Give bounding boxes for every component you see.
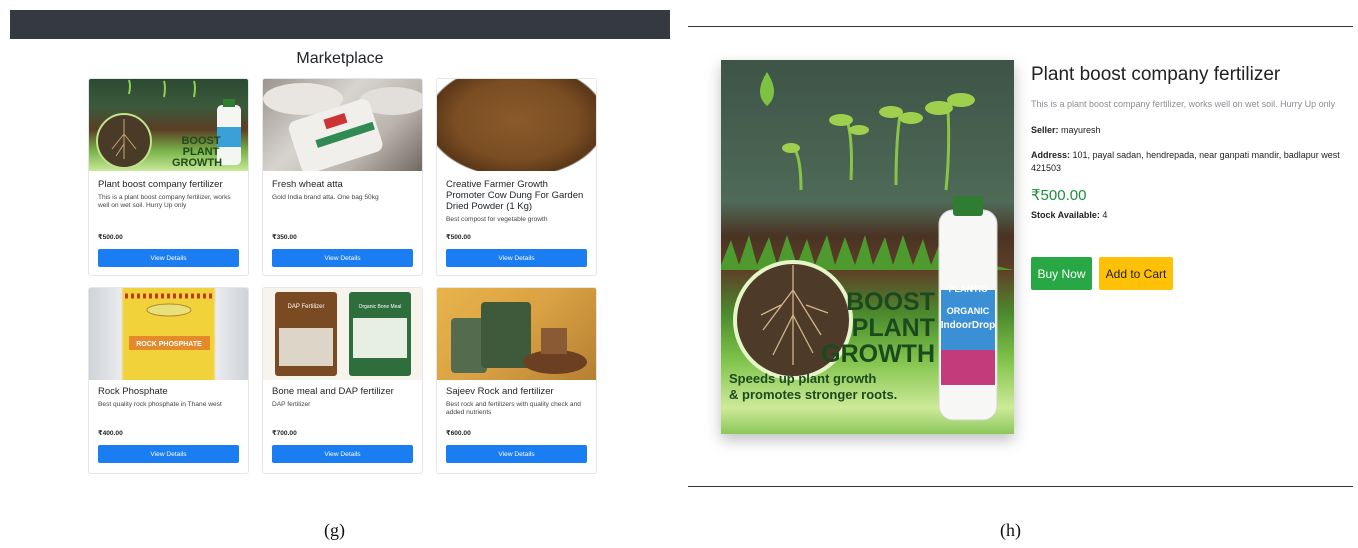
product-price: ₹500.00 [98, 234, 123, 241]
product-title: Plant boost company fertilizer [1031, 64, 1281, 85]
product-info: Plant boost company fertilizer This is a… [1031, 62, 1351, 290]
seller-row: Seller: mayuresh [1031, 124, 1351, 137]
product-description: Gold India brand atta. One bag 50kg [272, 194, 379, 201]
view-details-button[interactable]: View Details [272, 445, 413, 463]
bottom-divider [688, 486, 1353, 487]
product-image: BOOST PLANT GROWTH [89, 79, 248, 171]
caption-g: (g) [324, 520, 345, 540]
svg-text:& promotes stronger roots.: & promotes stronger roots. [729, 387, 897, 402]
product-card: DAP Fertilizer Organic Bone Meal Bone me… [262, 287, 423, 474]
product-price: ₹700.00 [272, 430, 297, 437]
page-title: Marketplace [296, 50, 384, 67]
product-title: Plant boost company fertilizer [98, 179, 223, 190]
product-title: Creative Farmer Growth Promoter Cow Dung… [446, 179, 584, 212]
product-price: ₹600.00 [446, 430, 471, 437]
product-description: Best compost for vegetable growth [446, 216, 548, 223]
view-details-button[interactable]: View Details [98, 249, 239, 267]
svg-text:IndoorDrop: IndoorDrop [941, 320, 995, 331]
top-divider [688, 26, 1353, 27]
product-description: Best quality rock phosphate in Thane wes… [98, 401, 222, 408]
product-card: Fresh wheat atta Gold India brand atta. … [262, 78, 423, 276]
address-row: Address: 101, payal sadan, hendrepada, n… [1031, 149, 1351, 175]
product-card: ROCK PHOSPHATE Rock Phosphate Best quali… [88, 287, 249, 474]
svg-text:PLANT: PLANT [852, 314, 935, 342]
product-image [437, 79, 596, 171]
product-card: BOOST PLANT GROWTH Plant boost company f… [88, 78, 249, 276]
stock-value: 4 [1102, 210, 1108, 220]
product-card: Creative Farmer Growth Promoter Cow Dung… [436, 78, 597, 276]
plant-boost-illustration: PLANTIC ORGANIC IndoorDrop BOOST PLANT G… [721, 72, 1014, 421]
svg-text:Speeds up plant growth: Speeds up plant growth [729, 371, 876, 386]
product-detail-panel: PLANTIC ORGANIC IndoorDrop BOOST PLANT G… [688, 0, 1358, 548]
product-title: Sajeev Rock and fertilizer [446, 386, 554, 397]
address-value: 101, payal sadan, hendrepada, near ganpa… [1031, 150, 1340, 173]
product-description: Best rock and fertilizers with quality c… [446, 401, 581, 416]
svg-text:ORGANIC: ORGANIC [947, 306, 990, 316]
product-description: DAP fertilizer [272, 401, 311, 408]
add-to-cart-button[interactable]: Add to Cart [1099, 257, 1173, 290]
product-price: ₹350.00 [272, 234, 297, 241]
fertilizer-pouches-illustration: DAP Fertilizer Organic Bone Meal [275, 292, 411, 376]
seller-label: Seller: [1031, 125, 1059, 135]
caption-h: (h) [1000, 520, 1021, 540]
svg-text:PLANTIC: PLANTIC [949, 284, 988, 294]
product-title: Bone meal and DAP fertilizer [272, 386, 394, 397]
address-label: Address: [1031, 150, 1071, 160]
svg-text:DAP Fertilizer: DAP Fertilizer [288, 304, 325, 310]
product-title: Fresh wheat atta [272, 179, 343, 190]
svg-text:GROWTH: GROWTH [821, 340, 935, 368]
buy-now-button[interactable]: Buy Now [1031, 257, 1092, 290]
product-description: This is a plant boost company fertilizer… [1031, 99, 1336, 109]
navbar [10, 10, 670, 39]
product-description: This is a plant boost company fertilizer… [98, 194, 231, 209]
view-details-button[interactable]: View Details [98, 445, 239, 463]
product-price: ₹400.00 [98, 430, 123, 437]
stock-row: Stock Available: 4 [1031, 209, 1351, 222]
product-title: Rock Phosphate [98, 386, 168, 397]
product-image [263, 79, 422, 171]
flour-sacks-illustration [263, 83, 422, 171]
product-image: ROCK PHOSPHATE [89, 288, 248, 380]
product-card: Sajeev Rock and fertilizer Best rock and… [436, 287, 597, 474]
view-details-button[interactable]: View Details [446, 445, 587, 463]
product-price: ₹500.00 [446, 234, 471, 241]
svg-text:GROWTH: GROWTH [172, 157, 222, 169]
svg-text:Organic Bone Meal: Organic Bone Meal [359, 304, 402, 310]
svg-text:ROCK PHOSPHATE: ROCK PHOSPHATE [136, 341, 202, 348]
product-image [437, 288, 596, 380]
view-details-button[interactable]: View Details [272, 249, 413, 267]
rock-phosphate-bag-illustration: ROCK PHOSPHATE [125, 288, 214, 380]
seller-name: mayuresh [1061, 125, 1101, 135]
product-detail-image: PLANTIC ORGANIC IndoorDrop BOOST PLANT G… [721, 60, 1014, 434]
marketplace-panel: Marketplace BOOST PLANT GROWTH Plant boo… [0, 0, 680, 548]
plant-roots-illustration: BOOST PLANT GROWTH [96, 79, 241, 169]
stock-label: Stock Available: [1031, 210, 1100, 220]
product-price: ₹500.00 [1031, 187, 1087, 204]
product-image: DAP Fertilizer Organic Bone Meal [263, 288, 422, 380]
soil-bags-illustration [451, 302, 587, 374]
svg-text:BOOST: BOOST [846, 288, 935, 316]
view-details-button[interactable]: View Details [446, 249, 587, 267]
